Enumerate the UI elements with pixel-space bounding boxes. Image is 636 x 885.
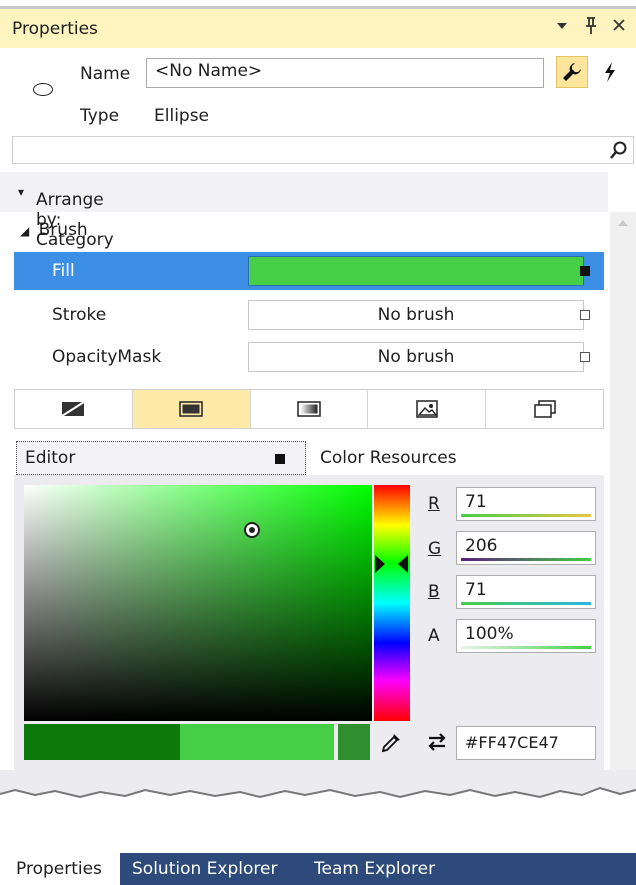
wrench-icon bbox=[563, 63, 581, 81]
b-channel-input[interactable]: 71 bbox=[456, 575, 596, 609]
brush-row-opacitymask[interactable]: OpacityMask No brush bbox=[14, 338, 604, 376]
tile-brush-tab[interactable] bbox=[368, 390, 487, 428]
tab-color-resources[interactable]: Color Resources bbox=[320, 448, 457, 468]
brush-category-header[interactable]: ◢ Brush bbox=[20, 220, 88, 240]
brush-category-label: Brush bbox=[38, 220, 88, 240]
arrange-by-dropdown[interactable]: Arrange by: Category ▾ bbox=[0, 172, 608, 250]
bottom-tab-team-explorer[interactable]: Team Explorer bbox=[314, 853, 435, 885]
g-channel-input[interactable]: 206 bbox=[456, 531, 596, 565]
bottom-tab-properties[interactable]: Properties bbox=[0, 853, 120, 885]
resource-brush-tab[interactable] bbox=[486, 390, 603, 428]
dropdown-icon[interactable] bbox=[556, 17, 568, 36]
properties-view-button[interactable] bbox=[556, 56, 588, 88]
no-brush-icon bbox=[61, 401, 85, 417]
fill-advanced-marker[interactable] bbox=[580, 266, 590, 276]
ellipse-icon bbox=[33, 83, 53, 96]
brush-row-fill[interactable]: Fill bbox=[14, 252, 604, 290]
hue-slider-right-thumb[interactable] bbox=[398, 555, 408, 573]
fill-label: Fill bbox=[52, 261, 75, 281]
panel-title: Properties bbox=[12, 19, 98, 39]
properties-titlebar: Properties bbox=[0, 6, 636, 48]
brush-type-tabs bbox=[14, 389, 604, 429]
stroke-advanced-marker[interactable] bbox=[580, 310, 590, 320]
no-brush-tab[interactable] bbox=[15, 390, 133, 428]
eyedropper-icon[interactable] bbox=[380, 730, 404, 759]
a-channel-label: A bbox=[428, 626, 440, 646]
a-channel-input[interactable]: 100% bbox=[456, 619, 596, 653]
r-channel-label: R bbox=[428, 494, 440, 514]
tab-editor-label: Editor bbox=[25, 448, 76, 468]
a-channel-gradient-bar bbox=[461, 646, 591, 649]
bottom-tab-solution-explorer[interactable]: Solution Explorer bbox=[132, 853, 277, 885]
gradient-brush-icon bbox=[297, 401, 321, 417]
stroke-label: Stroke bbox=[52, 305, 107, 325]
r-channel-input[interactable]: 71 bbox=[456, 487, 596, 521]
lightning-icon bbox=[605, 62, 615, 82]
opacitymask-value[interactable]: No brush bbox=[248, 342, 584, 372]
hue-slider-left-thumb[interactable] bbox=[375, 555, 385, 573]
scroll-up-arrow-icon[interactable] bbox=[618, 220, 628, 226]
gradient-brush-tab[interactable] bbox=[251, 390, 369, 428]
opacitymask-label: OpacityMask bbox=[52, 347, 162, 367]
solid-brush-tab[interactable] bbox=[132, 390, 251, 428]
collapse-triangle-icon: ◢ bbox=[20, 224, 30, 238]
search-icon bbox=[609, 140, 629, 165]
type-label: Type bbox=[80, 106, 120, 126]
fill-color-value[interactable] bbox=[248, 256, 584, 286]
saturation-value-picker[interactable] bbox=[24, 485, 372, 721]
opacitymask-advanced-marker[interactable] bbox=[580, 352, 590, 362]
type-value: Ellipse bbox=[154, 106, 210, 126]
g-channel-label: G bbox=[428, 539, 442, 559]
tab-editor[interactable]: Editor bbox=[16, 441, 306, 475]
g-channel-gradient-bar bbox=[461, 558, 591, 561]
chevron-down-icon: ▾ bbox=[18, 185, 25, 199]
r-channel-gradient-bar bbox=[461, 514, 591, 517]
b-channel-label: B bbox=[428, 582, 440, 602]
b-channel-gradient-bar bbox=[461, 602, 591, 605]
last-color-swatch[interactable] bbox=[338, 724, 370, 760]
hue-slider[interactable] bbox=[374, 485, 410, 721]
name-label: Name bbox=[80, 64, 131, 84]
resource-brush-icon bbox=[533, 400, 556, 418]
stroke-value[interactable]: No brush bbox=[248, 300, 584, 330]
solid-brush-icon bbox=[179, 401, 203, 417]
color-picker-cursor[interactable] bbox=[244, 522, 260, 538]
close-icon[interactable] bbox=[612, 17, 626, 36]
image-brush-icon bbox=[416, 400, 438, 418]
brush-row-stroke[interactable]: Stroke No brush bbox=[14, 296, 604, 334]
editor-marker-square bbox=[275, 454, 285, 464]
vertical-scrollbar[interactable] bbox=[610, 212, 636, 772]
property-search-input[interactable] bbox=[12, 136, 634, 164]
swap-color-format-icon[interactable] bbox=[426, 731, 448, 758]
torn-edge-divider bbox=[0, 770, 636, 799]
pin-icon[interactable] bbox=[584, 17, 598, 39]
events-view-button[interactable] bbox=[594, 56, 626, 88]
current-color-swatch[interactable] bbox=[180, 724, 334, 760]
color-swatch-strip bbox=[24, 724, 370, 760]
name-field[interactable]: <No Name> bbox=[146, 58, 544, 88]
initial-color-swatch[interactable] bbox=[24, 724, 180, 760]
hex-color-input[interactable]: #FF47CE47 bbox=[456, 726, 596, 760]
